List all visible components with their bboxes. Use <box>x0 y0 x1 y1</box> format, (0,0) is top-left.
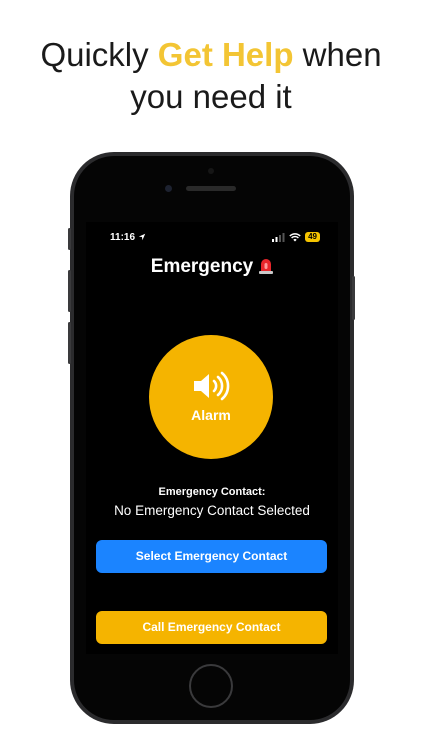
status-time: 11:16 <box>110 232 146 243</box>
front-camera-icon <box>165 185 172 192</box>
proximity-sensor <box>208 168 214 174</box>
emergency-contact-value: No Emergency Contact Selected <box>114 503 310 518</box>
alarm-button[interactable]: Alarm <box>149 335 273 459</box>
headline-highlight: Get Help <box>157 36 294 73</box>
signal-icon <box>272 232 285 242</box>
select-emergency-contact-button[interactable]: Select Emergency Contact <box>96 540 327 573</box>
status-right: 49 <box>272 232 320 242</box>
page-title: Emergency <box>86 256 338 278</box>
volume-down-button <box>68 322 71 364</box>
alarm-label: Alarm <box>191 407 231 423</box>
earpiece-speaker <box>186 186 236 191</box>
power-button <box>352 276 355 320</box>
headline-suffix: when <box>302 36 382 73</box>
location-arrow-icon <box>138 233 146 241</box>
battery-icon: 49 <box>305 232 320 242</box>
headline-line-1: Quickly Get Help when <box>0 34 422 76</box>
page-title-text: Emergency <box>150 256 254 277</box>
call-emergency-contact-button[interactable]: Call Emergency Contact <box>96 611 327 644</box>
status-bar: 11:16 49 <box>110 232 320 246</box>
speaker-icon <box>194 371 230 401</box>
emergency-contact-label: Emergency Contact: <box>158 486 266 498</box>
home-button[interactable] <box>189 664 233 708</box>
siren-icon <box>259 259 274 274</box>
volume-up-button <box>68 270 71 312</box>
wifi-icon <box>289 232 301 241</box>
headline-prefix: Quickly <box>40 36 149 73</box>
marketing-headline: Quickly Get Help when you need it <box>0 34 422 118</box>
status-time-text: 11:16 <box>110 232 136 243</box>
headline-line-2: you need it <box>130 78 292 115</box>
mute-switch <box>68 228 71 250</box>
